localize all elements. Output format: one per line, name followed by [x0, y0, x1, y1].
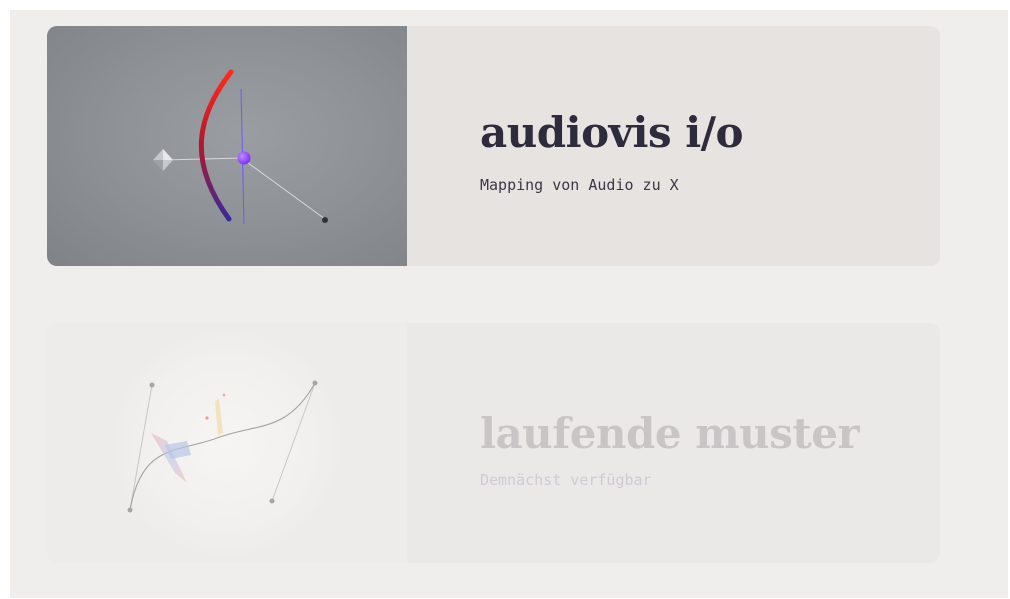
project-card-laufende-muster: laufende muster Demnächst verfügbar — [47, 323, 940, 563]
bezier-curve-illustration — [109, 325, 345, 561]
project-list: audiovis i/o Mapping von Audio zu X lauf… — [10, 10, 1008, 598]
project-thumbnail — [47, 26, 407, 266]
project-title[interactable]: audiovis i/o — [480, 108, 744, 157]
coming-soon-label: Demnächst verfügbar — [480, 471, 652, 489]
project-subtitle: Mapping von Audio zu X — [480, 176, 679, 194]
project-info: laufende muster Demnächst verfügbar — [407, 323, 940, 563]
project-title: laufende muster — [480, 409, 860, 458]
project-card-audiovis[interactable]: audiovis i/o Mapping von Audio zu X — [47, 26, 940, 266]
diamond-shape — [153, 149, 173, 171]
project-info: audiovis i/o Mapping von Audio zu X — [407, 26, 940, 266]
audio-mapping-illustration — [153, 69, 328, 225]
project-thumbnail — [47, 323, 407, 563]
